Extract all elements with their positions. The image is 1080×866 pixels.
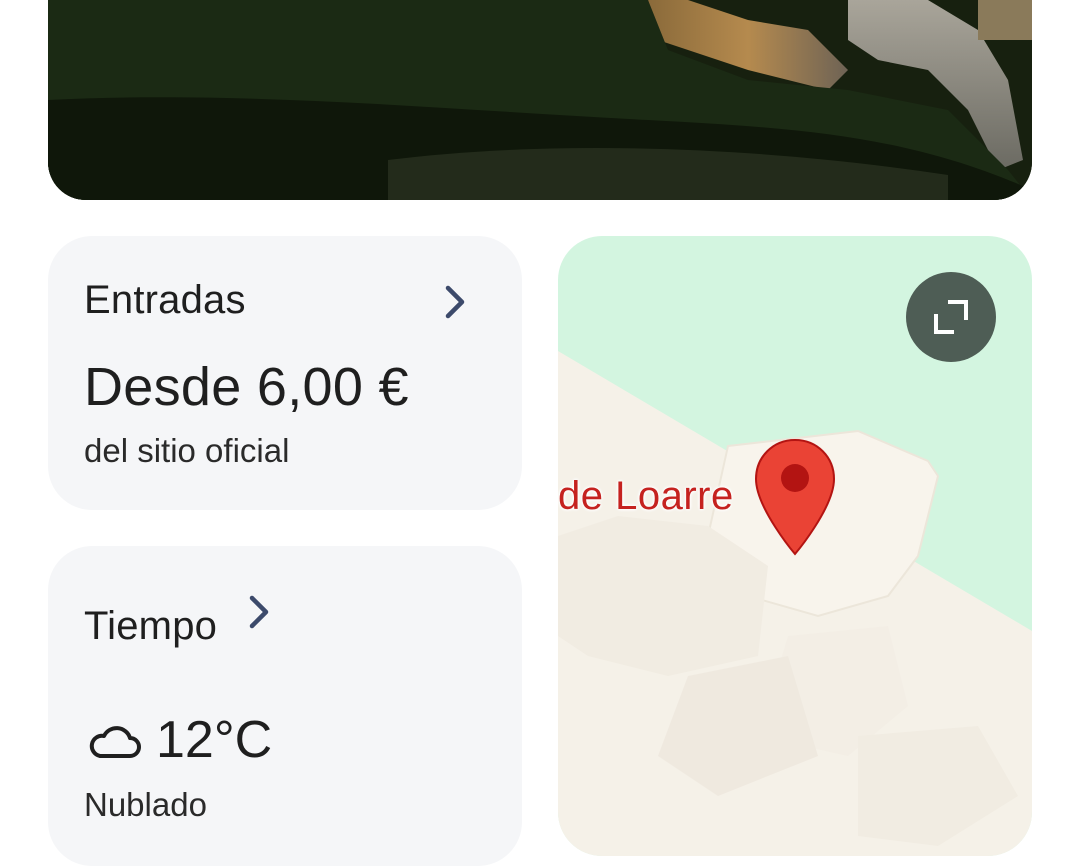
hero-photo[interactable] xyxy=(48,0,1032,200)
map-card[interactable]: de Loarre xyxy=(558,236,1032,856)
expand-map-button[interactable] xyxy=(906,272,996,362)
fullscreen-icon xyxy=(934,300,968,334)
weather-title: Tiempo xyxy=(84,604,218,648)
tickets-card[interactable]: Entradas Desde 6,00 € del sitio oficial xyxy=(48,236,522,510)
weather-condition: Nublado xyxy=(84,786,207,823)
chevron-right-icon[interactable] xyxy=(442,282,470,322)
map-place-label: de Loarre xyxy=(558,474,734,518)
temperature: 12°C xyxy=(156,711,273,769)
landscape-image xyxy=(48,0,1032,200)
ticket-price: Desde 6,00 € xyxy=(84,357,409,417)
cloud-icon xyxy=(86,722,142,762)
tickets-title: Entradas xyxy=(84,278,246,322)
map-pin-icon[interactable] xyxy=(752,436,838,558)
weather-card[interactable]: Tiempo 12°C Nublado xyxy=(48,546,522,866)
ticket-source: del sitio oficial xyxy=(84,432,290,469)
chevron-right-icon[interactable] xyxy=(246,592,274,632)
